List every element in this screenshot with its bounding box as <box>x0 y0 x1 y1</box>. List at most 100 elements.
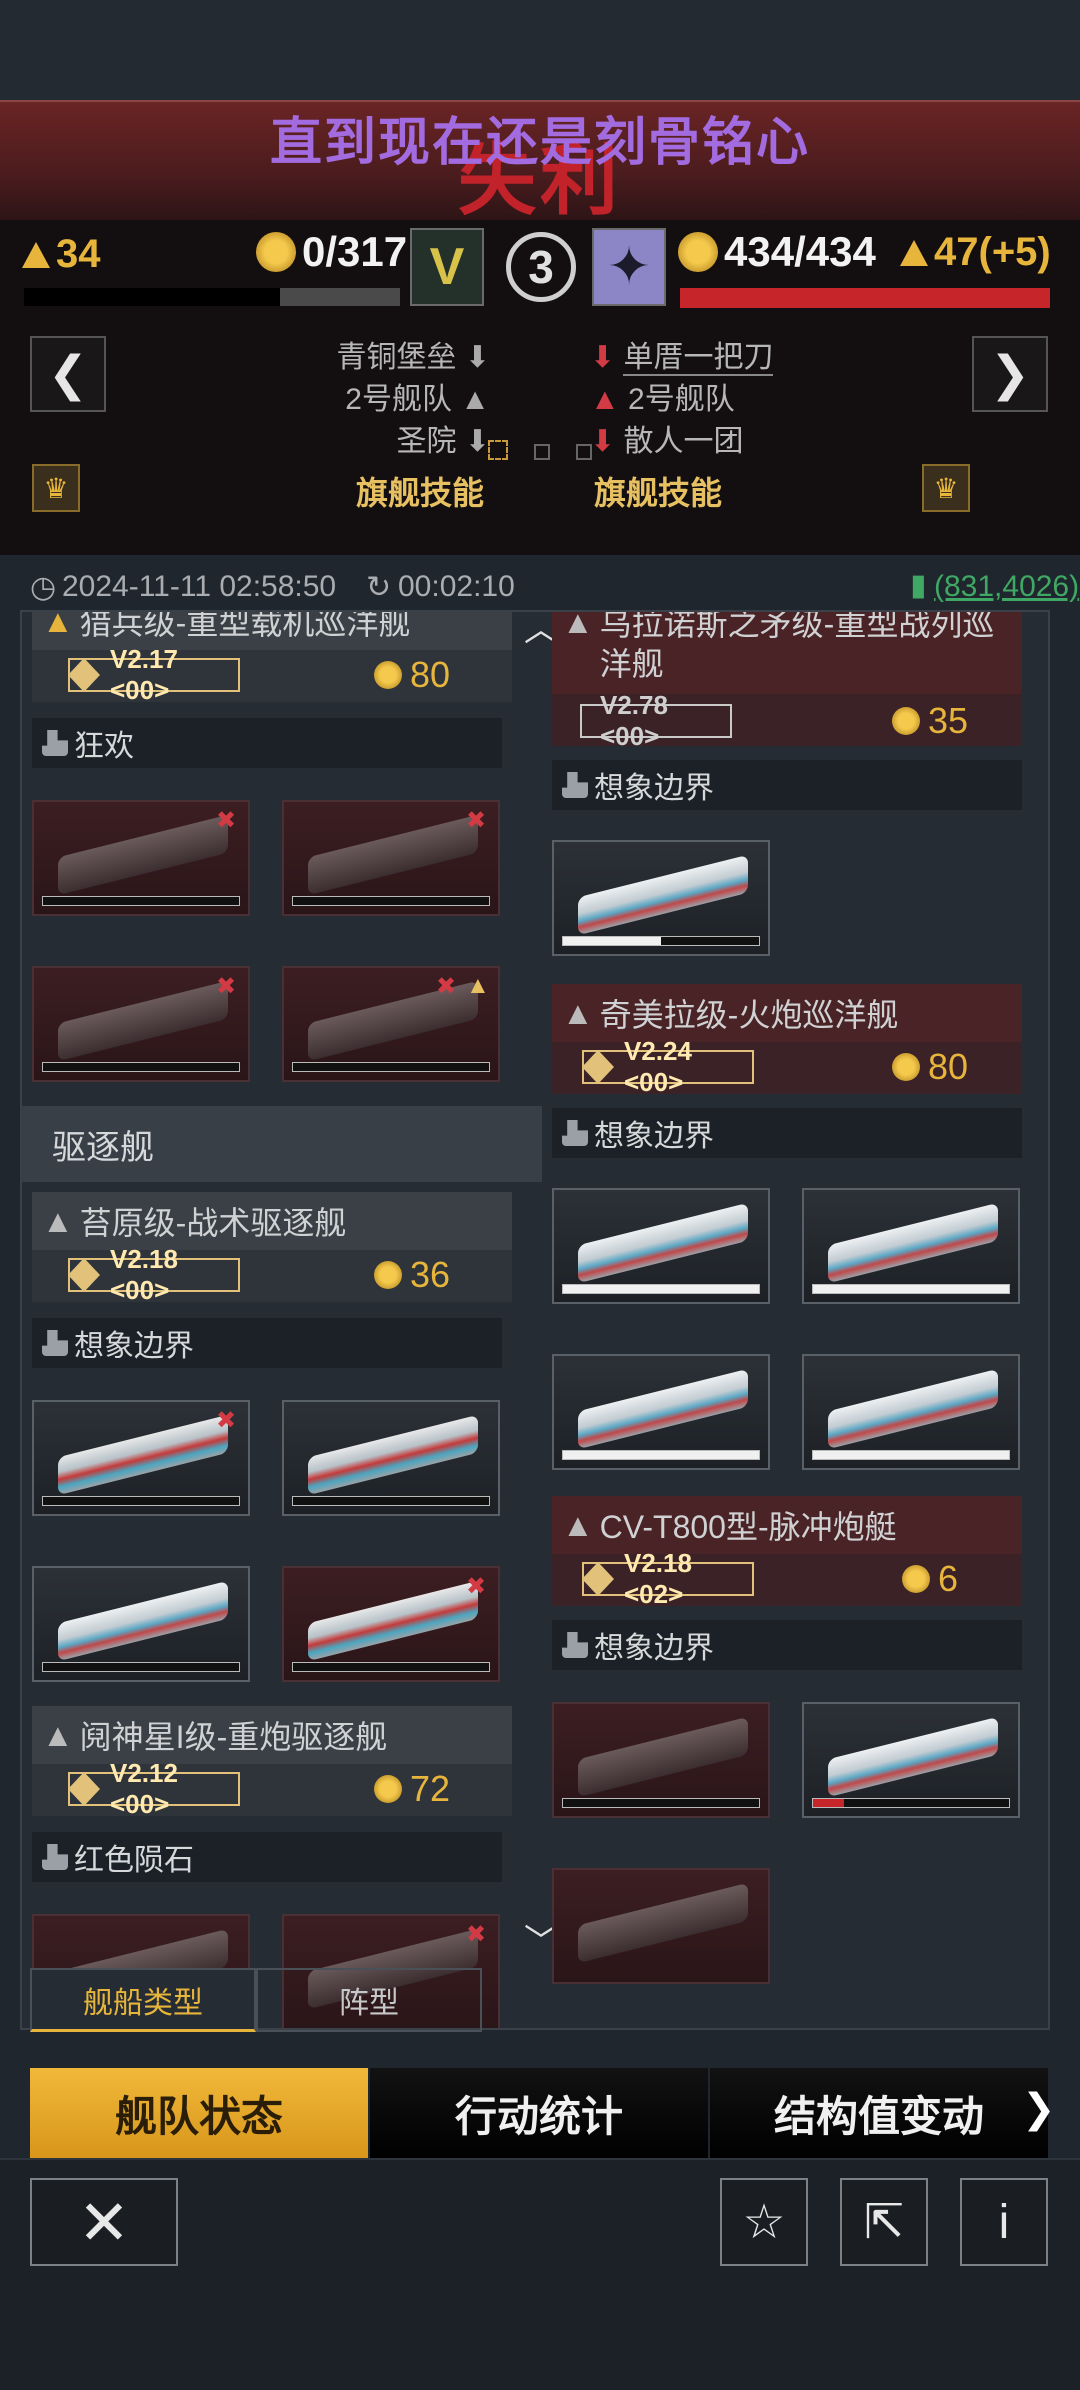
ship-class-icon: ▲ <box>42 610 74 639</box>
right-fleet-2: ▲ 2号舰队 <box>590 383 735 416</box>
right-hp-bar <box>680 288 1050 308</box>
ship-card[interactable]: ✖ <box>282 800 500 916</box>
share-button[interactable]: ⇱ <box>840 2178 928 2266</box>
close-button[interactable]: ✕ <box>30 2178 178 2266</box>
ship-card[interactable] <box>552 1702 770 1818</box>
tab-action-stats[interactable]: 行动统计 <box>370 2068 708 2158</box>
star-icon <box>68 658 100 692</box>
battle-datetime: 2024-11-11 02:58:50 <box>62 570 337 603</box>
top-spacer <box>0 0 1080 100</box>
ship-header: ▲ 奇美拉级-火炮巡洋舰 <box>552 984 1022 1042</box>
destroyed-flag-icon: ✖ <box>216 807 237 834</box>
ship-cost: 36 <box>374 1254 450 1296</box>
coin-icon <box>374 1775 402 1803</box>
left-flagship-skill-icon[interactable]: ♛ <box>32 464 80 512</box>
ship-level-row: V2.18 <00> 36 <box>32 1244 512 1305</box>
ship-card[interactable]: ✖ <box>32 800 250 916</box>
right-skill-label: 旗舰技能 <box>594 475 723 511</box>
tab-ship-type[interactable]: 舰船类型 <box>30 1968 256 2032</box>
captain-icon <box>562 772 588 798</box>
ship-level-row: V2.18 <02> 6 <box>552 1548 1022 1609</box>
round-indicator: 3 <box>506 232 576 302</box>
coin-icon <box>374 1261 402 1289</box>
chevron-right-icon[interactable]: ❯ <box>1022 2086 1056 2132</box>
ship-card[interactable]: ✖ <box>282 1566 500 1682</box>
right-score-value: 434/434 <box>724 228 876 275</box>
clock-icon: ◷ <box>30 571 57 604</box>
battle-duration: 00:02:10 <box>398 570 515 603</box>
destroyed-flag-icon: ✖ <box>466 1921 487 1948</box>
tab-fleet-status[interactable]: 舰队状态 <box>30 2068 368 2158</box>
coin-icon <box>256 232 296 272</box>
left-hp-fill <box>280 288 400 306</box>
ship-card[interactable] <box>552 840 770 956</box>
coin-icon <box>892 1053 920 1081</box>
faction-v-icon: V <box>429 238 465 296</box>
chevron-right-icon: ❯ <box>989 348 1031 401</box>
info-bar: ◷ 2024-11-11 02:58:50 ↻ 00:02:10 ▮ (831,… <box>20 560 1079 610</box>
level-badge: V2.17 <00> <box>68 644 240 705</box>
coordinates-link[interactable]: (831,4026) <box>934 570 1079 604</box>
ship-class-icon: ▲ <box>562 1506 594 1543</box>
ship-cost: 80 <box>374 654 450 696</box>
destroyed-flag-icon: ✖ <box>216 1407 237 1434</box>
close-icon: ✕ <box>78 2188 130 2258</box>
captain-icon <box>42 1844 68 1870</box>
destroyed-flag-icon: ✖ <box>466 807 487 834</box>
ship-card[interactable] <box>802 1702 1020 1818</box>
left-level-value: 34 <box>56 232 101 276</box>
ship-level-row: V2.78 <00> 35 <box>552 690 1022 751</box>
fleet-list-panel[interactable]: ▲ 猎兵级-重型载机巡洋舰 V2.17 <00> 80 狂欢 ✖ ✖ ✖ ✖ ▲ … <box>20 610 1050 2030</box>
tab-structure-change[interactable]: 结构值变动 <box>710 2068 1048 2158</box>
ship-header: ▲ 苔原级-战术驱逐舰 <box>32 1192 512 1250</box>
faction-emblem-icon: ✦ <box>607 238 651 296</box>
right-fleet-1: ⬇ 单厝一把刀 <box>590 341 774 376</box>
ship-card[interactable]: ✖ <box>32 1400 250 1516</box>
right-faction-badge: ✦ <box>592 228 666 306</box>
tab-formation[interactable]: 阵型 <box>256 1968 482 2032</box>
dot-marker <box>534 444 550 460</box>
ship-class-icon: ▲ <box>42 1202 74 1239</box>
ship-name: 猎兵级-重型载机巡洋舰 <box>79 610 411 641</box>
ship-cost: 6 <box>902 1558 958 1600</box>
ship-name: 乌拉诺斯之矛级-重型战列巡洋舰 <box>599 610 995 682</box>
ship-card[interactable] <box>552 1188 770 1304</box>
star-icon <box>68 1772 100 1806</box>
ship-header: ▲ 乌拉诺斯之矛级-重型战列巡洋舰 <box>552 610 1022 694</box>
overlay-caption: 直到现在还是刻骨铭心 <box>269 114 810 172</box>
ship-card[interactable] <box>802 1354 1020 1470</box>
right-level-value: 47(+5) <box>934 230 1051 274</box>
ship-card[interactable] <box>552 1868 770 1984</box>
info-button[interactable]: i <box>960 2178 1048 2266</box>
flagship-icon: ▲ <box>466 972 490 999</box>
ship-card[interactable] <box>552 1354 770 1470</box>
star-icon <box>582 1050 614 1084</box>
left-fleet-2: 2号舰队 ▲ <box>345 383 490 416</box>
right-level: 47(+5) <box>900 230 1051 275</box>
ship-card[interactable]: ✖ <box>32 966 250 1082</box>
favorite-button[interactable]: ☆ <box>720 2178 808 2266</box>
left-fleet-1: 青铜堡垒 ⬇ <box>336 341 490 374</box>
share-icon: ⇱ <box>863 2196 905 2249</box>
destroyed-flag-icon: ✖ <box>466 1573 487 1600</box>
ship-header: ▲ 阋神星I级-重炮驱逐舰 <box>32 1706 512 1764</box>
ship-cost: 80 <box>892 1046 968 1088</box>
round-number: 3 <box>528 241 554 293</box>
ship-name: 苔原级-战术驱逐舰 <box>79 1205 347 1241</box>
prev-button[interactable]: ❮ <box>30 336 106 412</box>
ship-level-row: V2.24 <00> 80 <box>552 1036 1022 1097</box>
section-destroyer: 驱逐舰 <box>22 1106 542 1182</box>
next-button[interactable]: ❯ <box>972 336 1048 412</box>
chevron-left-icon: ❮ <box>47 348 89 401</box>
ship-card[interactable] <box>32 1566 250 1682</box>
ship-card[interactable] <box>802 1188 1020 1304</box>
ship-card[interactable] <box>282 1400 500 1516</box>
ship-card[interactable]: ✖ ▲ <box>282 966 500 1082</box>
left-fleet-3: 圣院 ⬇ <box>396 425 490 458</box>
right-flagship-skill-icon[interactable]: ♛ <box>922 464 970 512</box>
level-badge: V2.18 <00> <box>68 1244 240 1305</box>
destroyed-flag-icon: ✖ <box>436 973 457 1000</box>
level-badge: V2.24 <00> <box>582 1036 754 1097</box>
star-icon: ☆ <box>742 2196 786 2249</box>
left-level: 34 <box>22 232 101 277</box>
